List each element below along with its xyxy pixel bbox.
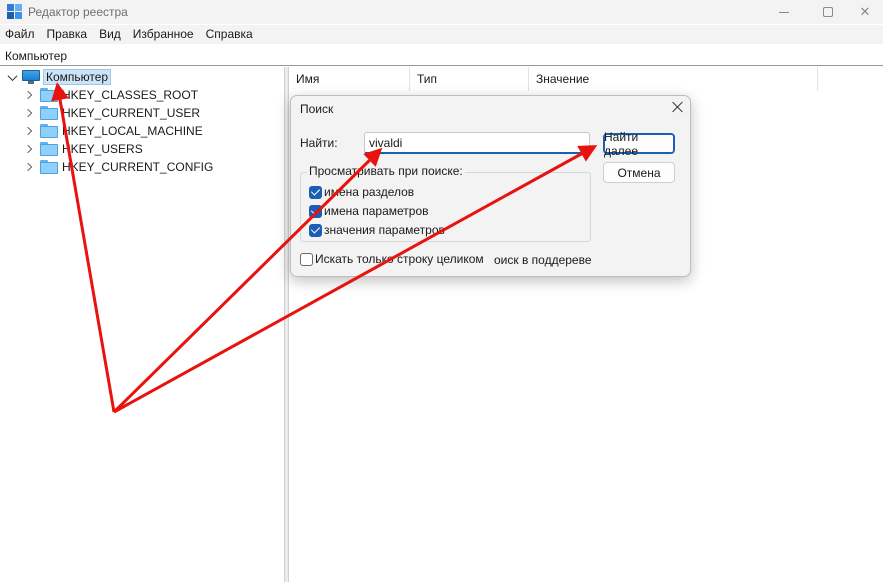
menu-edit[interactable]: Правка (41, 25, 94, 44)
chevron-down-icon[interactable] (6, 71, 18, 83)
dialog-title: Поиск (300, 102, 334, 116)
tree-label: Компьютер (43, 69, 112, 85)
address-bar[interactable]: Компьютер (0, 46, 883, 66)
minimize-button[interactable] (762, 0, 806, 24)
folder-icon (40, 124, 58, 138)
subtree-search-label: оиск в поддереве (494, 253, 592, 267)
menu-file[interactable]: Файл (0, 25, 41, 44)
chevron-right-icon[interactable] (22, 107, 34, 119)
minimize-icon (779, 11, 789, 13)
checkbox-values[interactable]: имена параметров (309, 204, 429, 218)
chevron-right-icon[interactable] (22, 143, 34, 155)
title-bar: Редактор реестра ✕ (0, 0, 883, 24)
tree-item-hkcc[interactable]: HKEY_CURRENT_CONFIG (22, 158, 213, 176)
menu-view[interactable]: Вид (93, 25, 127, 44)
column-header-type[interactable]: Тип (410, 67, 529, 91)
tree-pane: Компьютер HKEY_CLASSES_ROOT HKEY_CURRENT… (0, 67, 284, 582)
maximize-icon (823, 7, 833, 17)
tree-item-hkcr[interactable]: HKEY_CLASSES_ROOT (22, 86, 198, 104)
checkbox-checked-icon[interactable] (309, 223, 322, 237)
checkbox-keys[interactable]: имена разделов (309, 185, 414, 199)
chevron-right-icon[interactable] (22, 161, 34, 173)
folder-icon (40, 142, 58, 156)
checkbox-checked-icon[interactable] (309, 204, 322, 218)
checkbox-checked-icon[interactable] (309, 185, 322, 199)
checkbox-data[interactable]: значения параметров (309, 223, 445, 237)
find-input[interactable] (364, 132, 590, 154)
folder-icon (40, 106, 58, 120)
column-header-value[interactable]: Значение (529, 67, 818, 91)
tree-item-computer[interactable]: Компьютер (6, 68, 112, 86)
folder-icon (40, 88, 58, 102)
tree-label: HKEY_LOCAL_MACHINE (62, 124, 203, 138)
dialog-close-icon[interactable] (671, 100, 685, 114)
look-at-label: Просматривать при поиске: (307, 164, 465, 178)
checkbox-match-whole[interactable]: Искать только строку целиком (300, 252, 484, 266)
column-header-name[interactable]: Имя (289, 67, 410, 91)
tree-label: HKEY_USERS (62, 142, 143, 156)
chevron-right-icon[interactable] (22, 89, 34, 101)
tree-item-hku[interactable]: HKEY_USERS (22, 140, 143, 158)
tree-label: HKEY_CURRENT_USER (62, 106, 201, 120)
menu-favorites[interactable]: Избранное (127, 25, 200, 44)
registry-editor-icon (7, 4, 22, 19)
checkbox-unchecked-icon[interactable] (300, 252, 313, 266)
menu-help[interactable]: Справка (200, 25, 259, 44)
find-next-button[interactable]: Найти далее (603, 130, 675, 158)
list-header: Имя Тип Значение (289, 67, 883, 91)
tree-item-hklm[interactable]: HKEY_LOCAL_MACHINE (22, 122, 203, 140)
checkbox-label: имена разделов (324, 185, 415, 199)
folder-icon (40, 160, 58, 174)
find-label: Найти: (300, 136, 338, 150)
cancel-button[interactable]: Отмена (603, 162, 675, 183)
close-icon: ✕ (859, 4, 871, 19)
checkbox-label: имена параметров (324, 204, 429, 218)
find-dialog: Поиск Найти: Найти далее Отмена Просматр… (290, 95, 691, 277)
window-title: Редактор реестра (28, 5, 128, 19)
close-button[interactable]: ✕ (843, 0, 883, 24)
checkbox-label: Искать только строку целиком (315, 252, 484, 266)
checkbox-label: значения параметров (324, 223, 445, 237)
menu-bar: Файл Правка Вид Избранное Справка (0, 25, 883, 44)
tree-item-hkcu[interactable]: HKEY_CURRENT_USER (22, 104, 200, 122)
chevron-right-icon[interactable] (22, 125, 34, 137)
tree-label: HKEY_CLASSES_ROOT (62, 88, 199, 102)
tree-label: HKEY_CURRENT_CONFIG (62, 160, 214, 174)
computer-icon (22, 70, 40, 84)
